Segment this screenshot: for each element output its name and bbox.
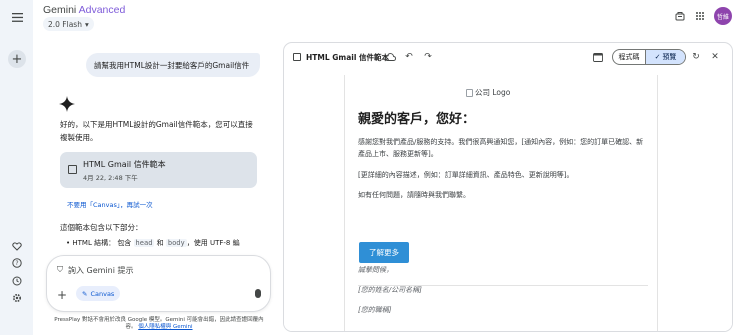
privacy-link[interactable]: 個人隱私權與 Gemini (138, 324, 192, 330)
canvas-panel: HTML Gmail 信件範本 ↶ ↷ 程式碼 ✓ 預覽 ↻ ✕ 公司 Logo… (283, 42, 733, 332)
brand-sub: Advanced (78, 4, 126, 16)
avatar[interactable]: 哲維 (714, 7, 732, 25)
add-attachment-icon[interactable]: + (57, 288, 67, 302)
signature-title: [您的職稱] (358, 306, 392, 314)
svg-text:?: ? (15, 260, 18, 267)
close-icon[interactable]: ✕ (709, 51, 721, 63)
email-greeting: 親愛的客戶，您好： (358, 112, 476, 127)
code-tab-label: 程式碼 (618, 53, 640, 61)
refresh-icon[interactable]: ↻ (690, 51, 702, 63)
gemini-sparkle-icon (59, 96, 75, 112)
canvas-card-date: 4月 22, 2:48 下午 (83, 174, 138, 182)
email-paragraph: 如有任何問題，請隨時與我們聯繫。 (358, 191, 470, 199)
canvas-title: HTML Gmail 信件範本 (306, 53, 390, 62)
document-icon (68, 165, 77, 174)
share-code-icon[interactable] (592, 51, 604, 63)
model-selector[interactable]: 2.0 Flash ▾ (43, 17, 94, 31)
code-tab[interactable]: 程式碼 (613, 50, 645, 64)
undo-icon[interactable]: ↶ (403, 51, 415, 63)
new-chat-icon[interactable]: + (8, 50, 26, 68)
list-item: • HTML 結構： 包含 head 和 body ，使用 UTF-8 編 (66, 239, 240, 247)
microphone-icon[interactable] (255, 289, 261, 298)
share-icon[interactable] (674, 8, 686, 24)
canvas-chip-label: Canvas (90, 289, 115, 298)
signature-name: [您的姓名/公司名稱] (358, 286, 422, 294)
prompt-placeholder[interactable]: 詢入 Gemini 提示 (68, 265, 134, 276)
canvas-icon: ✎ (82, 289, 88, 298)
chevron-down-icon: ▾ (84, 19, 89, 29)
menu-icon[interactable] (9, 9, 25, 25)
preview-tab-label: 預覽 (662, 53, 677, 61)
section-heading: 這個範本包含以下部分： (60, 223, 143, 232)
code-head: head (133, 239, 155, 247)
brand-main: Gemini (43, 4, 77, 16)
bullet-suffix: ，使用 UTF-8 編 (186, 239, 240, 247)
logo-alt-text: 公司 Logo (475, 88, 511, 97)
email-paragraph: 感謝您對我們產品/服務的支持。我們很高興通知您，[通知內容，例如：您的訂單已確認… (358, 138, 644, 158)
document-icon (293, 53, 301, 61)
gem-icon[interactable] (9, 238, 25, 254)
app-title: Gemini Advanced (43, 4, 125, 16)
canvas-card[interactable]: HTML Gmail 信件範本 4月 22, 2:48 下午 (60, 152, 257, 188)
help-icon[interactable]: ? (9, 255, 25, 271)
settings-icon[interactable] (9, 290, 25, 306)
code-preview-toggle[interactable]: 程式碼 ✓ 預覽 (612, 49, 686, 65)
prompt-input-box[interactable]: ⛉ 詢入 Gemini 提示 + ✎ Canvas (46, 255, 271, 312)
preview-area: 公司 Logo 親愛的客戶，您好： 感謝您對我們產品/服務的支持。我們很高興通知… (284, 71, 732, 331)
apps-icon[interactable] (694, 8, 706, 24)
canvas-chip[interactable]: ✎ Canvas (76, 286, 121, 301)
preview-tab[interactable]: ✓ 預覽 (645, 50, 685, 64)
bullet-prefix: HTML 結構： (72, 239, 116, 247)
retry-without-canvas-link[interactable]: 不要用「Canvas」，再試一次 (67, 199, 153, 209)
bullet-text: 和 (156, 239, 164, 247)
canvas-card-title: HTML Gmail 信件範本 (83, 160, 166, 169)
check-icon: ✓ (654, 53, 661, 61)
history-icon[interactable] (9, 273, 25, 289)
bullet-text: 包含 (117, 239, 132, 247)
user-message: 請幫我用HTML設計一封要給客戶的Gmail信件 (86, 53, 260, 77)
shield-icon: ⛉ (57, 265, 63, 274)
redo-icon[interactable]: ↷ (422, 51, 434, 63)
company-logo: 公司 Logo (466, 87, 510, 98)
assistant-reply: 好的，以下是用HTML設計的Gmail信件範本，您可以直接複製使用。 (60, 120, 253, 142)
cloud-save-icon[interactable] (384, 51, 396, 63)
footer-disclaimer: PressPlay 對話不會用於改良 Google 模型。Gemini 可能會出… (49, 317, 269, 331)
email-paragraph: [更詳細的內容描述，例如：訂單詳細資訊、產品特色、更新說明等]。 (358, 171, 574, 179)
email-preview: 公司 Logo 親愛的客戶，您好： 感謝您對我們產品/服務的支持。我們很高興通知… (344, 75, 658, 331)
signature-greeting: 誠摯問候， (358, 266, 393, 274)
learn-more-button[interactable]: 了解更多 (359, 242, 409, 263)
code-body: body (165, 239, 187, 247)
broken-image-icon (466, 88, 473, 97)
model-label: 2.0 Flash (48, 19, 82, 29)
left-rail: + ? (0, 0, 33, 335)
